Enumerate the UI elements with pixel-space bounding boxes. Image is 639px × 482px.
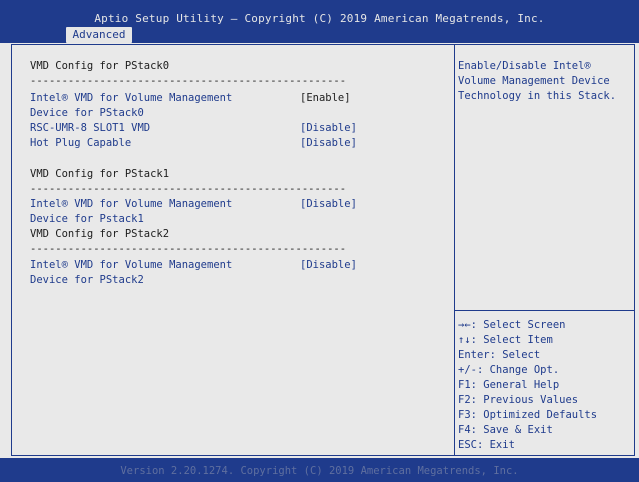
key-esc-exit: ESC: Exit [458, 439, 515, 451]
pstack2-vmd-value[interactable]: [Disable] [300, 259, 357, 271]
pstack0-header: VMD Config for PStack0 [30, 60, 170, 72]
key-previous-values: F2: Previous Values [458, 394, 579, 406]
key-general-help: F1: General Help [458, 379, 560, 391]
pstack2-vmd-label[interactable]: Intel® VMD for Volume Management [30, 259, 232, 271]
pstack0-vmd-value[interactable]: [Enable] [300, 92, 351, 104]
footer-bar: Version 2.20.1274. Copyright (C) 2019 Am… [0, 458, 639, 482]
key-optimized-defaults: F3: Optimized Defaults [458, 409, 598, 421]
tab-advanced[interactable]: Advanced [66, 27, 132, 43]
pstack0-vmd-label[interactable]: Intel® VMD for Volume Management [30, 92, 232, 104]
separator-2: ----------------------------------------… [30, 243, 347, 255]
key-select-item: ↑↓: Select Item [458, 334, 553, 346]
hotplug-value[interactable]: [Disable] [300, 137, 357, 149]
help-text-line2: Volume Management Device [458, 75, 610, 87]
key-change-opt: +/-: Change Opt. [458, 364, 560, 376]
key-save-exit: F4: Save & Exit [458, 424, 553, 436]
help-divider [454, 310, 635, 311]
pstack1-vmd-label[interactable]: Intel® VMD for Volume Management [30, 198, 232, 210]
separator-1: ----------------------------------------… [30, 183, 347, 195]
rsc-slot1-value[interactable]: [Disable] [300, 122, 357, 134]
pstack1-vmd-value[interactable]: [Disable] [300, 198, 357, 210]
pstack2-vmd-label-cont[interactable]: Device for PStack2 [30, 274, 144, 286]
pstack1-vmd-label-cont[interactable]: Device for Pstack1 [30, 213, 144, 225]
separator-0: ----------------------------------------… [30, 75, 347, 87]
footer-version: Version 2.20.1274. Copyright (C) 2019 Am… [120, 465, 519, 477]
hotplug-label[interactable]: Hot Plug Capable [30, 137, 131, 149]
pstack0-vmd-label-cont[interactable]: Device for PStack0 [30, 107, 144, 119]
key-select-screen: →←: Select Screen [458, 319, 566, 331]
key-enter-select: Enter: Select [458, 349, 541, 361]
pstack2-header: VMD Config for PStack2 [30, 228, 170, 240]
help-text-line1: Enable/Disable Intel® [458, 60, 591, 72]
title-bar: Aptio Setup Utility – Copyright (C) 2019… [0, 0, 639, 43]
pstack1-header: VMD Config for PStack1 [30, 168, 170, 180]
vertical-divider [454, 44, 455, 456]
rsc-slot1-label[interactable]: RSC-UMR-8 SLOT1 VMD [30, 122, 150, 134]
app-title: Aptio Setup Utility – Copyright (C) 2019… [94, 12, 545, 25]
help-text-line3: Technology in this Stack. [458, 90, 617, 102]
